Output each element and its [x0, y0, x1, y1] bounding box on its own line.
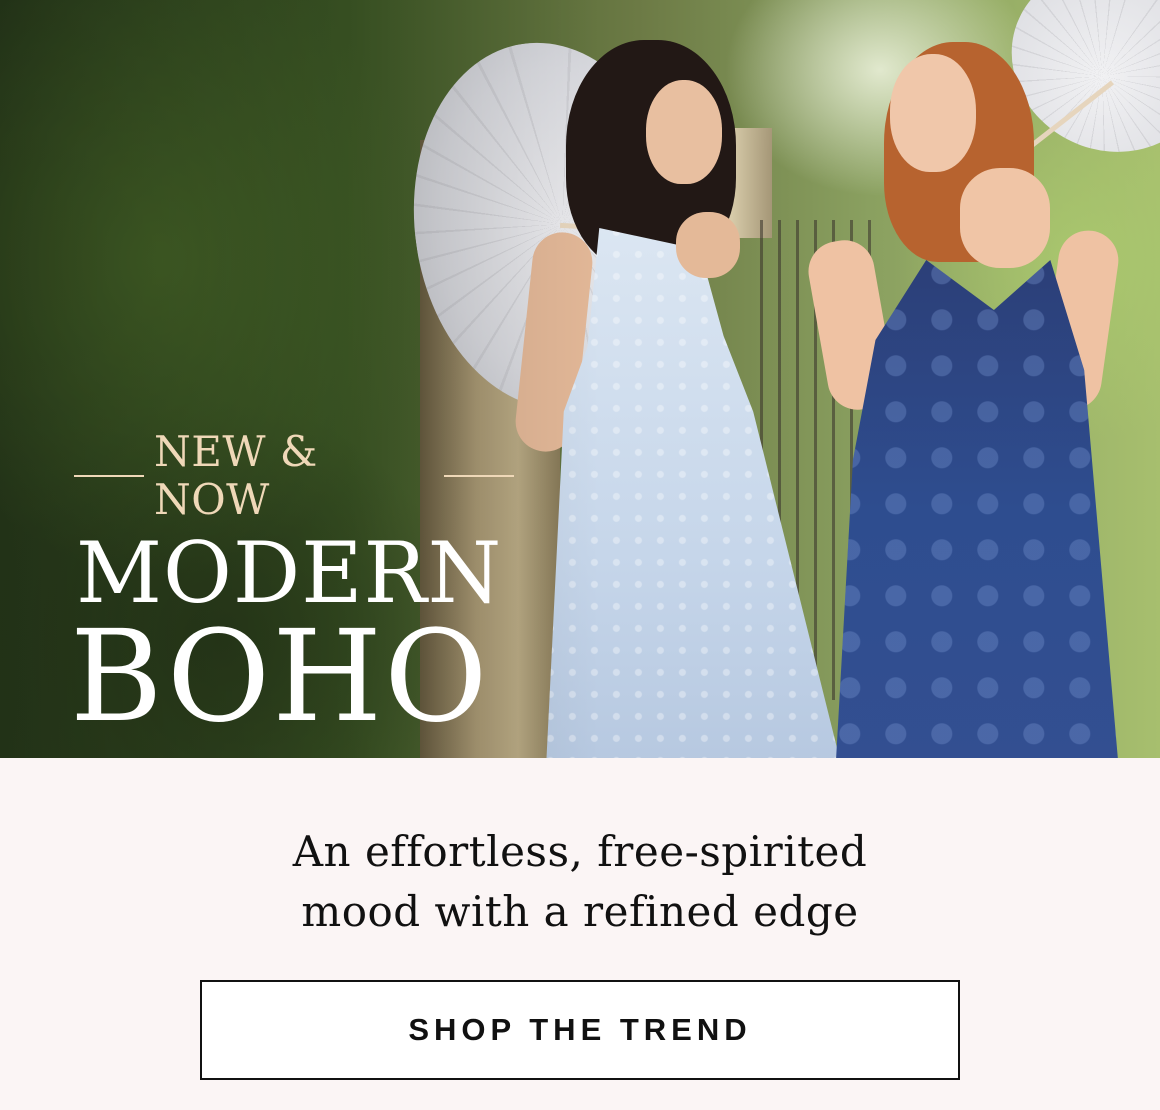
promo-body: An effortless, free-spirited mood with a…: [0, 758, 1160, 1110]
tagline-line-2: mood with a refined edge: [301, 887, 859, 936]
model-right-face: [890, 54, 976, 172]
hero-title-line-2: BOHO: [70, 603, 490, 750]
hero-banner[interactable]: NEW & NOW MODERN BOHO: [0, 0, 1160, 758]
model-left-face: [646, 80, 722, 184]
model-left-hands: [676, 212, 740, 278]
tagline-line-1: An effortless, free-spirited: [292, 827, 868, 876]
hero-headline: NEW & NOW MODERN BOHO: [70, 428, 514, 740]
kicker: NEW & NOW: [74, 428, 514, 524]
model-right-hands: [960, 168, 1050, 268]
tagline: An effortless, free-spirited mood with a…: [0, 822, 1160, 942]
kicker-rule-left: [74, 475, 144, 477]
shop-the-trend-button[interactable]: SHOP THE TREND: [200, 980, 960, 1080]
kicker-text: NEW & NOW: [154, 427, 318, 524]
kicker-rule-right: [444, 475, 514, 477]
